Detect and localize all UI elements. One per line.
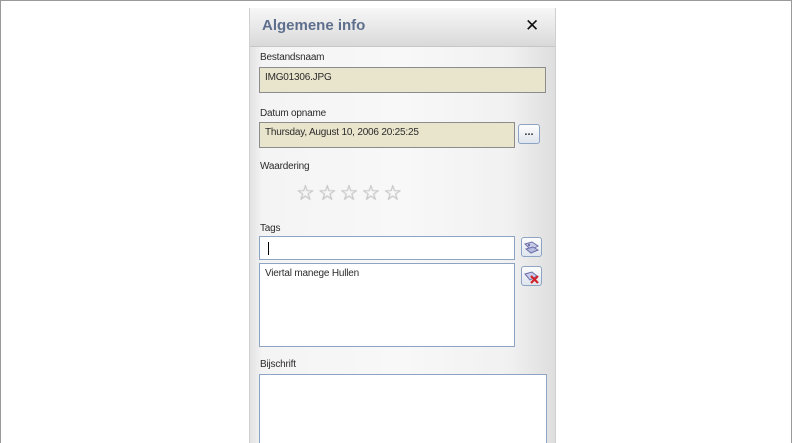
panel-title: Algemene info [262, 17, 366, 34]
star-icon[interactable]: ☆ [318, 181, 337, 207]
tag-list[interactable]: Viertal manege Hullen [259, 263, 515, 347]
rating-stars[interactable]: ☆ ☆ ☆ ☆ ☆ [296, 181, 426, 207]
caption-field[interactable] [259, 374, 547, 443]
tag-add-button[interactable] [521, 237, 542, 257]
text-caret [268, 242, 269, 255]
star-icon[interactable]: ☆ [361, 181, 380, 207]
panel-header: Algemene info ✕ [250, 8, 555, 47]
rating-label: Waardering [260, 161, 310, 172]
tags-label: Tags [260, 223, 281, 234]
filename-field[interactable]: IMG01306.JPG [259, 67, 546, 93]
date-browse-button[interactable]: ... [518, 124, 540, 144]
star-icon[interactable]: ☆ [383, 181, 402, 207]
filename-label: Bestandsnaam [260, 52, 325, 63]
date-taken-label: Datum opname [260, 108, 326, 119]
tag-input[interactable] [259, 236, 515, 260]
tag-remove-icon [524, 271, 539, 284]
tag-remove-button[interactable] [521, 266, 542, 286]
caption-label: Bijschrift [260, 359, 296, 370]
tag-list-item[interactable]: Viertal manege Hullen [265, 268, 509, 279]
date-taken-field[interactable]: Thursday, August 10, 2006 20:25:25 [259, 122, 515, 148]
tag-add-icon [524, 241, 540, 254]
general-info-panel: Algemene info ✕ Bestandsnaam IMG01306.JP… [249, 8, 556, 443]
star-icon[interactable]: ☆ [340, 181, 359, 207]
star-icon[interactable]: ☆ [296, 181, 315, 207]
close-icon[interactable]: ✕ [525, 17, 539, 34]
